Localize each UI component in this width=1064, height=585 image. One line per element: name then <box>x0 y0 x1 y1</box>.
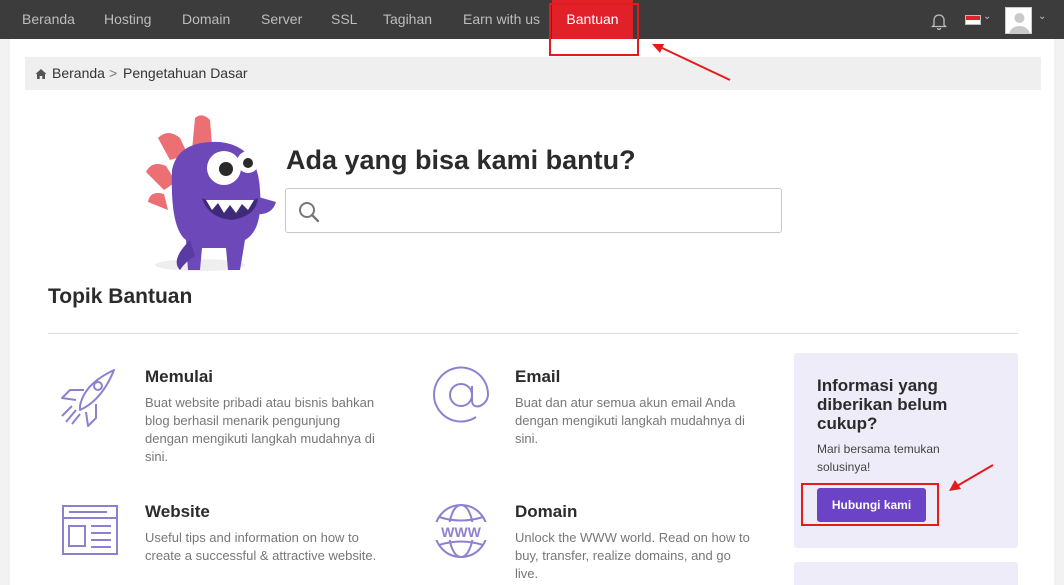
section-title: Topik Bantuan <box>48 285 193 308</box>
bell-icon[interactable] <box>930 12 948 31</box>
topic-desc-memulai: Buat website pribadi atau bisnis bahkan … <box>145 395 375 464</box>
help-card-secondary <box>794 562 1018 585</box>
chevron-down-icon[interactable]: ⌄ <box>983 11 991 22</box>
topic-title-memulai[interactable]: Memulai <box>145 367 213 387</box>
breadcrumb-separator: > <box>109 65 118 81</box>
breadcrumb-current: Pengetahuan Dasar <box>123 65 248 81</box>
nav-domain[interactable]: Domain <box>182 0 230 39</box>
flag-indonesia-icon[interactable] <box>965 15 981 25</box>
topic-title-website[interactable]: Website <box>145 502 210 522</box>
search-box[interactable] <box>285 188 782 233</box>
search-icon <box>298 201 320 223</box>
topic-desc-email: Buat dan atur semua akun email Anda deng… <box>515 395 745 446</box>
breadcrumb-home[interactable]: Beranda <box>52 65 105 81</box>
nav-earn-with-us[interactable]: Earn with us <box>463 0 540 39</box>
website-layout-icon[interactable] <box>59 500 121 562</box>
help-card-text: Mari bersama temukan solusinya! <box>817 442 940 474</box>
search-input[interactable] <box>330 197 770 225</box>
breadcrumb: Beranda > Pengetahuan Dasar <box>25 57 1041 90</box>
top-navbar: Beranda Hosting Domain Server SSL Tagiha… <box>0 0 1064 45</box>
topic-desc-website: Useful tips and information on how to cr… <box>145 530 377 563</box>
highlight-box-contact-button <box>801 483 939 526</box>
nav-tagihan[interactable]: Tagihan <box>383 0 432 39</box>
nav-beranda[interactable]: Beranda <box>22 0 75 39</box>
mascot-illustration <box>140 110 280 275</box>
nav-hosting[interactable]: Hosting <box>104 0 151 39</box>
chevron-down-icon[interactable]: ⌄ <box>1038 11 1046 22</box>
at-sign-icon[interactable] <box>430 364 492 426</box>
home-icon[interactable] <box>35 67 47 79</box>
avatar[interactable] <box>1005 7 1032 34</box>
help-card-title: Informasi yang diberikan belum cukup? <box>817 376 948 433</box>
hero-title: Ada yang bisa kami bantu? <box>286 145 636 175</box>
topic-desc-domain: Unlock the WWW world. Read on how to buy… <box>515 530 750 581</box>
nav-ssl[interactable]: SSL <box>331 0 357 39</box>
topic-title-domain[interactable]: Domain <box>515 502 577 522</box>
topic-title-email[interactable]: Email <box>515 367 560 387</box>
rocket-icon[interactable] <box>58 366 120 428</box>
svg-text:WWW: WWW <box>441 524 481 540</box>
highlight-box-bantuan <box>549 3 639 56</box>
www-globe-icon[interactable]: WWW <box>430 500 492 562</box>
nav-server[interactable]: Server <box>261 0 302 39</box>
section-divider <box>48 333 1018 334</box>
